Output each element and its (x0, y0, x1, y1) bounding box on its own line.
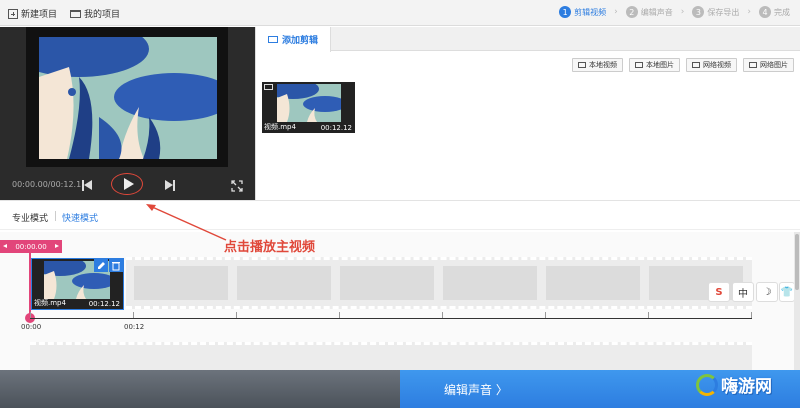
clip-name: 视频.mp4 (264, 123, 296, 131)
ruler-tick (236, 312, 237, 318)
my-projects-label: 我的项目 (84, 10, 121, 20)
local-video-button[interactable]: 本地视频 (572, 58, 623, 72)
chevron-right-icon: › (614, 7, 618, 17)
audio-track (30, 342, 752, 370)
timeline-clip[interactable]: 视频.mp4 00:12.12 (31, 258, 124, 310)
clip-duration: 00:12.12 (320, 124, 352, 132)
timeline-scrollbar[interactable] (794, 232, 800, 370)
plus-icon (8, 8, 18, 19)
scrollbar-thumb[interactable] (795, 234, 799, 290)
ruler-tick (339, 312, 340, 318)
video-frame (39, 37, 217, 159)
watermark: 嗨游网 (696, 372, 772, 397)
image-file-icon (749, 62, 757, 68)
ruler-tick (545, 312, 546, 318)
thumbnail-frame (277, 84, 341, 122)
online-image-button[interactable]: 网络图片 (743, 58, 794, 72)
sogou-ime-icon[interactable]: S (708, 282, 730, 302)
track-placeholder (443, 266, 537, 300)
video-player: 00:00.00/00:12.1 (0, 27, 255, 200)
ruler-tick (30, 312, 31, 318)
tab-bar: 添加剪辑 (256, 27, 800, 52)
video-camera-icon (267, 36, 278, 43)
ime-chinese-mode[interactable]: 中 (732, 282, 754, 302)
ruler-tick (133, 312, 134, 318)
illustration-women-in-hats (39, 37, 217, 159)
time-ruler (30, 318, 752, 319)
divider (55, 211, 56, 221)
chevron-right-icon: › (747, 7, 751, 17)
online-video-button[interactable]: 网络视频 (686, 58, 737, 72)
playback-time: 00:00.00/00:12.1 (12, 180, 82, 189)
watermark-text: 嗨游网 (721, 377, 772, 397)
moon-icon[interactable]: ☽ (756, 282, 778, 302)
annotation-arrow-icon (146, 204, 227, 241)
tab-pro-mode[interactable]: 专业模式 (12, 211, 48, 224)
clips-panel: 添加剪辑 本地视频 本地图片 网络视频 网络图片 视频.mp4 00:12.12 (255, 27, 800, 200)
annotation-text: 点击播放主视频 (224, 240, 316, 255)
clip-name: 视频.mp4 (34, 299, 66, 307)
track-placeholder (237, 266, 331, 300)
step-done: 4 完成 (759, 6, 790, 18)
next-frame-icon[interactable] (163, 180, 175, 192)
step-indicator: 1 剪辑视频 › 2 编辑声音 › 3 保存导出 › 4 完成 (559, 6, 790, 18)
fullscreen-icon[interactable] (231, 180, 243, 192)
timeline: 视频.mp4 00:12.12 00:00.00 00:00 00:12 S 中… (0, 232, 800, 370)
new-project-button[interactable]: 新建项目 (8, 7, 57, 20)
step-save-export: 3 保存导出 (692, 6, 739, 18)
image-file-icon (635, 62, 643, 68)
ruler-label: 00:12 (124, 323, 145, 331)
my-projects-button[interactable]: 我的项目 (70, 7, 120, 20)
step-edit-audio: 2 编辑声音 (625, 6, 673, 18)
track-placeholder (134, 266, 228, 300)
video-camera-icon (264, 84, 273, 90)
mode-bar: 专业模式 快速模式 (0, 200, 800, 230)
ruler-tick (751, 312, 752, 318)
video-track (126, 257, 752, 309)
pencil-icon[interactable] (94, 259, 108, 272)
tab-add-clip[interactable]: 添加剪辑 (256, 27, 331, 52)
video-file-icon (692, 62, 700, 68)
previous-frame-icon[interactable] (82, 180, 94, 192)
video-file-icon (578, 62, 586, 68)
skin-icon[interactable]: 👕 (779, 282, 795, 302)
ruler-tick (648, 312, 649, 318)
play-button[interactable] (111, 173, 143, 195)
footer: 编辑声音 〉 (0, 370, 800, 408)
clip-duration: 00:12.12 (88, 300, 120, 308)
next-step-label: 编辑声音 〉 (444, 382, 508, 397)
tab-fast-mode[interactable]: 快速模式 (62, 211, 98, 224)
chevron-right-icon: › (680, 7, 685, 17)
track-placeholder (546, 266, 640, 300)
local-image-button[interactable]: 本地图片 (629, 58, 680, 72)
clip-thumbnail[interactable]: 视频.mp4 00:12.12 (262, 82, 355, 133)
video-screen[interactable] (26, 27, 228, 167)
folder-icon (70, 9, 81, 18)
track-placeholder (340, 266, 434, 300)
site-logo-icon (696, 373, 718, 396)
ruler-tick (442, 312, 443, 318)
playhead-line[interactable] (29, 253, 31, 319)
top-bar: 新建项目 我的项目 1 剪辑视频 › 2 编辑声音 › 3 保存导出 › 4 完… (0, 0, 800, 26)
playhead-time[interactable]: 00:00.00 (0, 240, 62, 253)
new-project-label: 新建项目 (21, 10, 58, 20)
step-edit-video: 1 剪辑视频 (559, 6, 606, 18)
ruler-label: 00:00 (21, 323, 42, 331)
trash-icon[interactable] (109, 259, 123, 272)
add-media-buttons: 本地视频 本地图片 网络视频 网络图片 (566, 58, 794, 72)
footer-left (0, 370, 400, 408)
